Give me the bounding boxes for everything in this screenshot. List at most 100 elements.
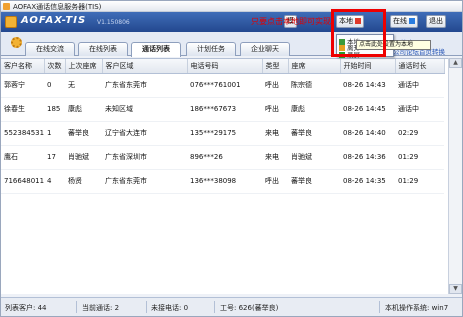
tab-enterprise-chat[interactable]: 企业聊天 [240, 42, 290, 56]
call-table: 客户名称 次数 上次座席 客户区域 电话号码 类型 座席 开始时间 通话时长 郭… [1, 59, 445, 194]
tab-online-chat[interactable]: 在线交流 [25, 42, 75, 56]
tab-label: 在线交流 [36, 45, 64, 53]
table-cell: 肖驰斌 [65, 145, 102, 170]
table-row[interactable]: 55238453151蕃举良辽宁省大连市135***29175来电蕃举良08-2… [1, 121, 444, 146]
gear-icon[interactable] [11, 37, 22, 48]
table-cell: 1 [44, 121, 65, 146]
table-cell: 徐春生 [1, 97, 44, 122]
tab-scheduled-tasks[interactable]: 计划任务 [186, 42, 236, 56]
table-cell: 郭蓉宁 [1, 73, 44, 98]
vertical-scrollbar[interactable]: ▲ ▼ [448, 58, 462, 294]
table-cell: 呼出 [262, 73, 288, 98]
app-version: V1.150806 [97, 19, 130, 26]
table-row[interactable]: 郭蓉宁 0 无广东省东莞市 076***761001 呼出 陈宗德 08-26 14:43 通… [1, 73, 444, 98]
annotation-highlight-box [331, 9, 386, 57]
status-divider [214, 301, 215, 313]
table-row[interactable]: 鹰石 17 肖驰斌 广东省深圳市 896***26 来电 肖驰斌 08-26 14:36 01:… [1, 145, 444, 170]
table-cell: 01:29 [395, 145, 444, 170]
online-status-label: 在线 [393, 17, 407, 25]
scroll-down-icon[interactable]: ▼ [449, 284, 462, 294]
column-header[interactable]: 上次座席 [65, 59, 103, 74]
exit-button[interactable]: 退出 [426, 15, 446, 28]
tab-call-list[interactable]: 通话列表 [131, 42, 181, 57]
status-list-customers: 列表客户: 44 [5, 304, 47, 312]
table-cell: 杨贤 [65, 169, 102, 194]
table-cell: 0 [44, 73, 65, 98]
table-cell: 通话中 [395, 73, 444, 98]
table-cell: 896***26 [187, 145, 262, 170]
annotation-hint: 只要点击本地即可实现 [251, 17, 331, 26]
table-cell: 01:29 [395, 169, 444, 194]
table-cell: 02:29 [395, 121, 444, 146]
status-missed-calls: 未接电话: 0 [151, 304, 189, 312]
exit-label: 退出 [429, 17, 443, 25]
table-cell: 广东省东莞市 [102, 169, 187, 194]
tab-label: 计划任务 [197, 45, 225, 53]
table-cell: 肖驰斌 [288, 145, 340, 170]
table-cell: 鹰石 [1, 145, 44, 170]
table-cell: 186***67673 [187, 97, 262, 122]
column-header[interactable]: 开始时间 [340, 59, 396, 74]
table-cell: 08-26 14:43 [340, 73, 395, 98]
table-cell: 陈宗德 [288, 73, 340, 98]
status-divider [146, 301, 147, 313]
table-cell: 无 [65, 73, 102, 98]
status-dot-icon [409, 18, 415, 24]
column-header[interactable]: 客户区域 [102, 59, 188, 74]
main-window: AOFAX通话信息服务器(TIS) AOFAX-TIS V1.150806 模 … [0, 0, 463, 317]
column-header[interactable]: 类型 [262, 59, 289, 74]
column-header[interactable]: 次数 [44, 59, 66, 74]
table-cell: 辽宁省大连市 [102, 121, 187, 146]
table-header-row: 客户名称 次数 上次座席 客户区域 电话号码 类型 座席 开始时间 通话时长 [1, 59, 445, 74]
status-divider [379, 301, 380, 313]
table-cell: 蕃举良 [288, 121, 340, 146]
table-cell: 4 [44, 169, 65, 194]
scroll-up-icon[interactable]: ▲ [449, 58, 462, 68]
status-bar: 列表客户: 44 当前通话: 2 未接电话: 0 工号: 626(蕃举良) 本机… [1, 297, 462, 316]
table-cell: 蕃举良 [288, 169, 340, 194]
table-cell: 康彪 [65, 97, 102, 122]
tab-label: 通话列表 [142, 45, 170, 53]
table-cell: 通话中 [395, 97, 444, 122]
table-cell: 蕃举良 [65, 121, 102, 146]
status-divider [76, 301, 77, 313]
window-title: AOFAX通话信息服务器(TIS) [13, 3, 102, 11]
column-header[interactable]: 电话号码 [187, 59, 263, 74]
table-cell: 08-26 14:36 [340, 145, 395, 170]
status-current-calls: 当前通话: 2 [82, 304, 120, 312]
tab-online-list[interactable]: 在线列表 [78, 42, 128, 56]
logo-icon [5, 16, 17, 28]
tab-label: 在线列表 [89, 45, 117, 53]
table-cell: 广东省东莞市 [102, 73, 187, 98]
table-cell: 来电 [262, 121, 288, 146]
table-cell: 广东省深圳市 [102, 145, 187, 170]
table-cell: 未知区域 [102, 97, 187, 122]
column-header[interactable]: 座席 [288, 59, 341, 74]
table-cell: 185 [44, 97, 65, 122]
table-row[interactable]: 71664801184杨贤广东省东莞市136***38098呼出蕃举良08-26… [1, 169, 444, 194]
column-header[interactable]: 客户名称 [1, 59, 45, 74]
table-row[interactable]: 徐春生 185 康彪 未知区域 186***67673 呼出 康彪 08-26 14:45 通话… [1, 97, 444, 122]
column-header[interactable]: 通话时长 [395, 59, 445, 74]
table-cell: 7166480118 [1, 169, 44, 194]
table-cell: 08-26 14:40 [340, 121, 395, 146]
tab-label: 企业聊天 [251, 45, 279, 53]
table-cell: 135***29175 [187, 121, 262, 146]
table-cell: 来电 [262, 145, 288, 170]
table-cell: 08-26 14:45 [340, 97, 395, 122]
table-cell: 17 [44, 145, 65, 170]
status-employee: 工号: 626(蕃举良) [220, 304, 279, 312]
table-cell: 08-26 14:35 [340, 169, 395, 194]
online-status-button[interactable]: 在线 [390, 15, 418, 28]
table-cell: 136***38098 [187, 169, 262, 194]
status-os: 本机操作系统: win7 [385, 304, 449, 312]
table-cell: 康彪 [288, 97, 340, 122]
title-bar: AOFAX通话信息服务器(TIS) [1, 1, 462, 12]
table-cell: 呼出 [262, 169, 288, 194]
table-cell: 呼出 [262, 97, 288, 122]
app-logo: AOFAX-TIS [21, 15, 87, 26]
table-cell: 5523845315 [1, 121, 44, 146]
app-icon [3, 3, 10, 10]
call-list-grid: 客户名称 次数 上次座席 客户区域 电话号码 类型 座席 开始时间 通话时长 郭… [1, 58, 448, 294]
table-cell: 076***761001 [187, 73, 262, 98]
